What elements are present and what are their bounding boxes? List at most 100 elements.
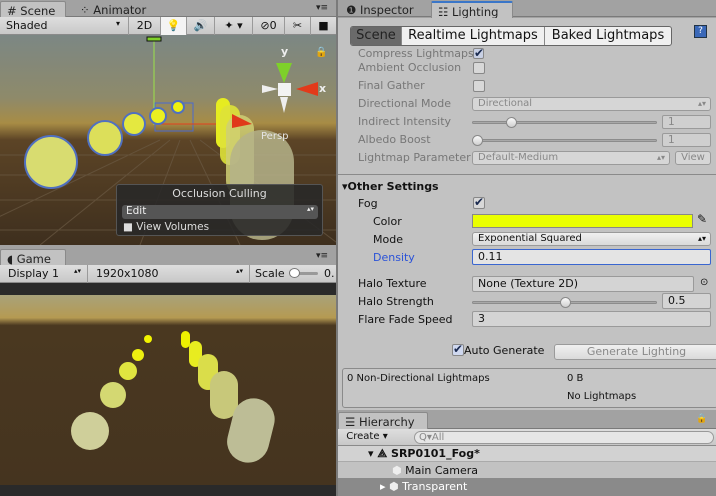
- scene-row[interactable]: ▾ ⟁ SRP0101_Fog*: [338, 446, 716, 462]
- slider-knob[interactable]: [472, 135, 483, 146]
- fog-color-label: Color: [373, 215, 402, 228]
- halo-strength-field[interactable]: 0.5: [662, 293, 711, 309]
- search-icon: Q▾: [419, 432, 432, 443]
- game-canvas: [0, 295, 336, 485]
- view-volumes-toggle[interactable]: ■ View Volumes: [123, 221, 209, 233]
- projection-label[interactable]: Persp: [261, 131, 289, 142]
- hierarchy-tabbar: ☰ Hierarchy 🔒: [338, 411, 716, 429]
- slider-knob[interactable]: [560, 297, 571, 308]
- occlusion-mode-dropdown[interactable]: Edit ▴▾: [122, 205, 318, 219]
- object-picker-icon[interactable]: ⊙: [700, 277, 708, 288]
- gizmos-tools-icon[interactable]: ✂: [284, 17, 310, 35]
- tab-game[interactable]: ◖ Game: [0, 249, 66, 266]
- tab-hierarchy[interactable]: ☰ Hierarchy: [338, 412, 428, 429]
- hierarchy-list: ▾ ⟁ SRP0101_Fog* ⬢ Main Camera ▸ ⬢ Trans…: [338, 446, 716, 496]
- view-button[interactable]: View: [675, 151, 711, 165]
- lighting-panel: Scene Realtime Lightmaps Baked Lightmaps…: [338, 18, 716, 410]
- hierarchy-item-main-camera[interactable]: ⬢ Main Camera: [338, 462, 716, 478]
- panel-menu-icon[interactable]: ▾≡: [310, 249, 336, 266]
- lock-icon[interactable]: 🔒: [690, 412, 715, 429]
- halo-strength-label: Halo Strength: [358, 295, 434, 308]
- ambient-occlusion-label: Ambient Occlusion: [358, 61, 462, 74]
- panel-menu-icon[interactable]: ▾≡: [310, 1, 336, 18]
- list-icon: ☰: [345, 415, 356, 429]
- game-viewport[interactable]: [0, 283, 336, 496]
- hidden-objects-icon[interactable]: ⊘0: [252, 17, 284, 35]
- hierarchy-toolbar: Create ▾ Q▾All: [338, 429, 716, 446]
- grid-icon: #: [7, 4, 17, 18]
- halo-texture-label: Halo Texture: [358, 277, 427, 290]
- fog-density-label: Density: [373, 251, 415, 264]
- tab-inspector[interactable]: ❶ Inspector: [340, 1, 422, 18]
- indirect-intensity-field[interactable]: 1: [662, 115, 711, 129]
- gameobject-icon: ⬢: [392, 464, 402, 477]
- tab-scene[interactable]: # Scene: [0, 1, 66, 18]
- auto-generate-toggle[interactable]: Auto Generate: [452, 342, 544, 357]
- subtab-realtime-lightmaps[interactable]: Realtime Lightmaps: [401, 27, 544, 45]
- compress-lightmaps-checkbox[interactable]: [473, 46, 484, 60]
- scale-slider-knob[interactable]: [289, 268, 300, 278]
- game-tabbar: ◖ Game ▾≡: [0, 248, 336, 266]
- help-icon[interactable]: ?: [694, 25, 707, 38]
- hierarchy-item-transparent[interactable]: ▸ ⬢ Transparent: [338, 478, 716, 496]
- tab-lighting[interactable]: ☷ Lighting: [431, 1, 513, 19]
- subtab-scene[interactable]: Scene: [351, 27, 401, 45]
- other-settings-foldout[interactable]: ▾Other Settings: [342, 180, 439, 193]
- lightmap-size: 0 B: [567, 373, 584, 384]
- fog-checkbox[interactable]: [473, 195, 485, 209]
- info-icon: ❶: [346, 3, 357, 17]
- scene-tabbar: # Scene ⁘ Animator ▾≡: [0, 0, 336, 18]
- scale-control: Scale 0.: [249, 265, 336, 283]
- eyedropper-icon[interactable]: ✎: [697, 212, 707, 226]
- indirect-intensity-slider[interactable]: [472, 117, 657, 128]
- lightmap-stats-box: 0 Non-Directional Lightmaps 0 B No Light…: [342, 368, 716, 408]
- fog-density-input[interactable]: 0.11: [472, 249, 711, 265]
- fog-label: Fog: [358, 197, 378, 210]
- lighting-sliders-icon: ☷: [438, 5, 449, 19]
- scene-viewport[interactable]: y x Persp 🔒 Occlusion Culling Edit ▴▾ ■ V…: [0, 35, 336, 245]
- flare-fade-speed-field[interactable]: 3: [472, 311, 711, 327]
- effects-dropdown-icon[interactable]: ✦ ▾: [214, 17, 252, 35]
- scene-toolbar: Shaded ▾ 2D 💡 🔊 ✦ ▾ ⊘0 ✂ ■: [0, 17, 336, 35]
- gizmo-y-label: y: [281, 45, 288, 58]
- display-dropdown[interactable]: Display 1 ▴▾: [0, 265, 87, 283]
- lighting-toggle-icon[interactable]: 💡: [160, 17, 186, 35]
- audio-toggle-icon[interactable]: 🔊: [186, 17, 214, 35]
- fog-color-swatch[interactable]: [472, 214, 693, 228]
- lightmap-parameters-dropdown[interactable]: Default-Medium ▴▾: [472, 151, 670, 165]
- flare-fade-speed-label: Flare Fade Speed: [358, 313, 453, 326]
- hierarchy-search-input[interactable]: Q▾All: [414, 431, 714, 444]
- compress-lightmaps-label: Compress Lightmaps: [358, 47, 474, 60]
- lighting-subtabs: Scene Realtime Lightmaps Baked Lightmaps: [350, 26, 672, 46]
- fog-mode-label: Mode: [373, 233, 403, 246]
- unity-scene-icon: ⟁: [377, 447, 388, 460]
- game-icon: ◖: [7, 252, 14, 266]
- directional-mode-dropdown[interactable]: Directional ▴▾: [472, 97, 711, 111]
- ambient-occlusion-checkbox[interactable]: [473, 62, 485, 74]
- directional-mode-label: Directional Mode: [358, 97, 451, 110]
- resolution-dropdown[interactable]: 1920x1080 ▴▾: [87, 265, 249, 283]
- scale-slider[interactable]: [289, 268, 318, 278]
- lock-icon[interactable]: 🔒: [315, 46, 327, 58]
- final-gather-checkbox[interactable]: [473, 80, 485, 92]
- overlay-title: Occlusion Culling: [172, 187, 267, 200]
- slider-knob[interactable]: [506, 117, 517, 128]
- lightmap-count: 0 Non-Directional Lightmaps: [347, 373, 490, 384]
- divider: [338, 174, 716, 175]
- subtab-baked-lightmaps[interactable]: Baked Lightmaps: [544, 27, 671, 45]
- halo-texture-field[interactable]: None (Texture 2D): [472, 276, 694, 292]
- create-dropdown[interactable]: Create ▾: [338, 429, 396, 447]
- shading-dropdown[interactable]: Shaded ▾: [0, 17, 128, 35]
- tab-animator[interactable]: ⁘ Animator: [74, 1, 154, 18]
- indirect-intensity-label: Indirect Intensity: [358, 115, 452, 128]
- camera-icon[interactable]: ■: [310, 17, 336, 35]
- fog-mode-dropdown[interactable]: Exponential Squared ▴▾: [472, 232, 711, 246]
- animator-icon: ⁘: [80, 3, 90, 17]
- generate-lighting-button[interactable]: Generate Lighting: [554, 344, 716, 360]
- albedo-boost-label: Albedo Boost: [358, 133, 431, 146]
- albedo-boost-field[interactable]: 1: [662, 133, 711, 147]
- 2d-toggle[interactable]: 2D: [128, 17, 160, 35]
- albedo-boost-slider[interactable]: [472, 135, 657, 146]
- halo-strength-slider[interactable]: [472, 297, 657, 308]
- light-gizmo-icon[interactable]: [146, 36, 162, 42]
